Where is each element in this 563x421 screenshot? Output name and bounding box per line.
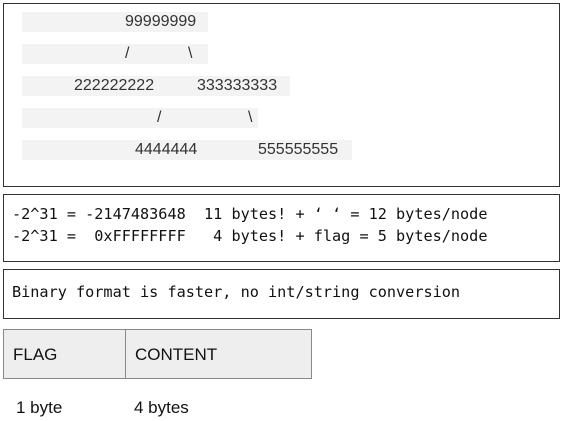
flag-size-label: 1 byte (16, 398, 63, 417)
tree-node-level2-right: 333333333 (197, 77, 278, 94)
binary-note-text: Binary format is faster, no int/string c… (12, 283, 461, 301)
tree-row-branch1 (22, 44, 208, 64)
tree-node-root: 99999999 (125, 13, 197, 30)
binary-note-panel: Binary format is faster, no int/string c… (3, 269, 560, 319)
tree-branch2-left: / (157, 109, 162, 126)
tree-branch1-right: \ (188, 45, 193, 62)
content-cell: CONTENT (125, 329, 312, 379)
tree-row-branch2 (22, 108, 258, 128)
tree-node-level2-left: 222222222 (74, 77, 155, 94)
bytes-line-binary: -2^31 = 0xFFFFFFFF 4 bytes! + flag = 5 b… (12, 227, 488, 245)
flag-label: FLAG (13, 345, 58, 364)
bytes-comparison-panel: -2^31 = -2147483648 11 bytes! + ‘ ‘ = 12… (3, 194, 560, 262)
tree-branch1-left: / (125, 45, 130, 62)
tree-node-level3-left: 4444444 (135, 141, 198, 158)
bytes-line-string: -2^31 = -2147483648 11 bytes! + ‘ ‘ = 12… (12, 205, 488, 223)
content-label: CONTENT (135, 345, 218, 364)
flag-cell: FLAG (3, 329, 127, 379)
content-size-label: 4 bytes (134, 398, 189, 417)
tree-branch2-right: \ (248, 109, 253, 126)
tree-node-level3-right: 555555555 (258, 141, 339, 158)
tree-panel: 99999999 / \ 222222222 333333333 / \ 444… (3, 3, 560, 187)
